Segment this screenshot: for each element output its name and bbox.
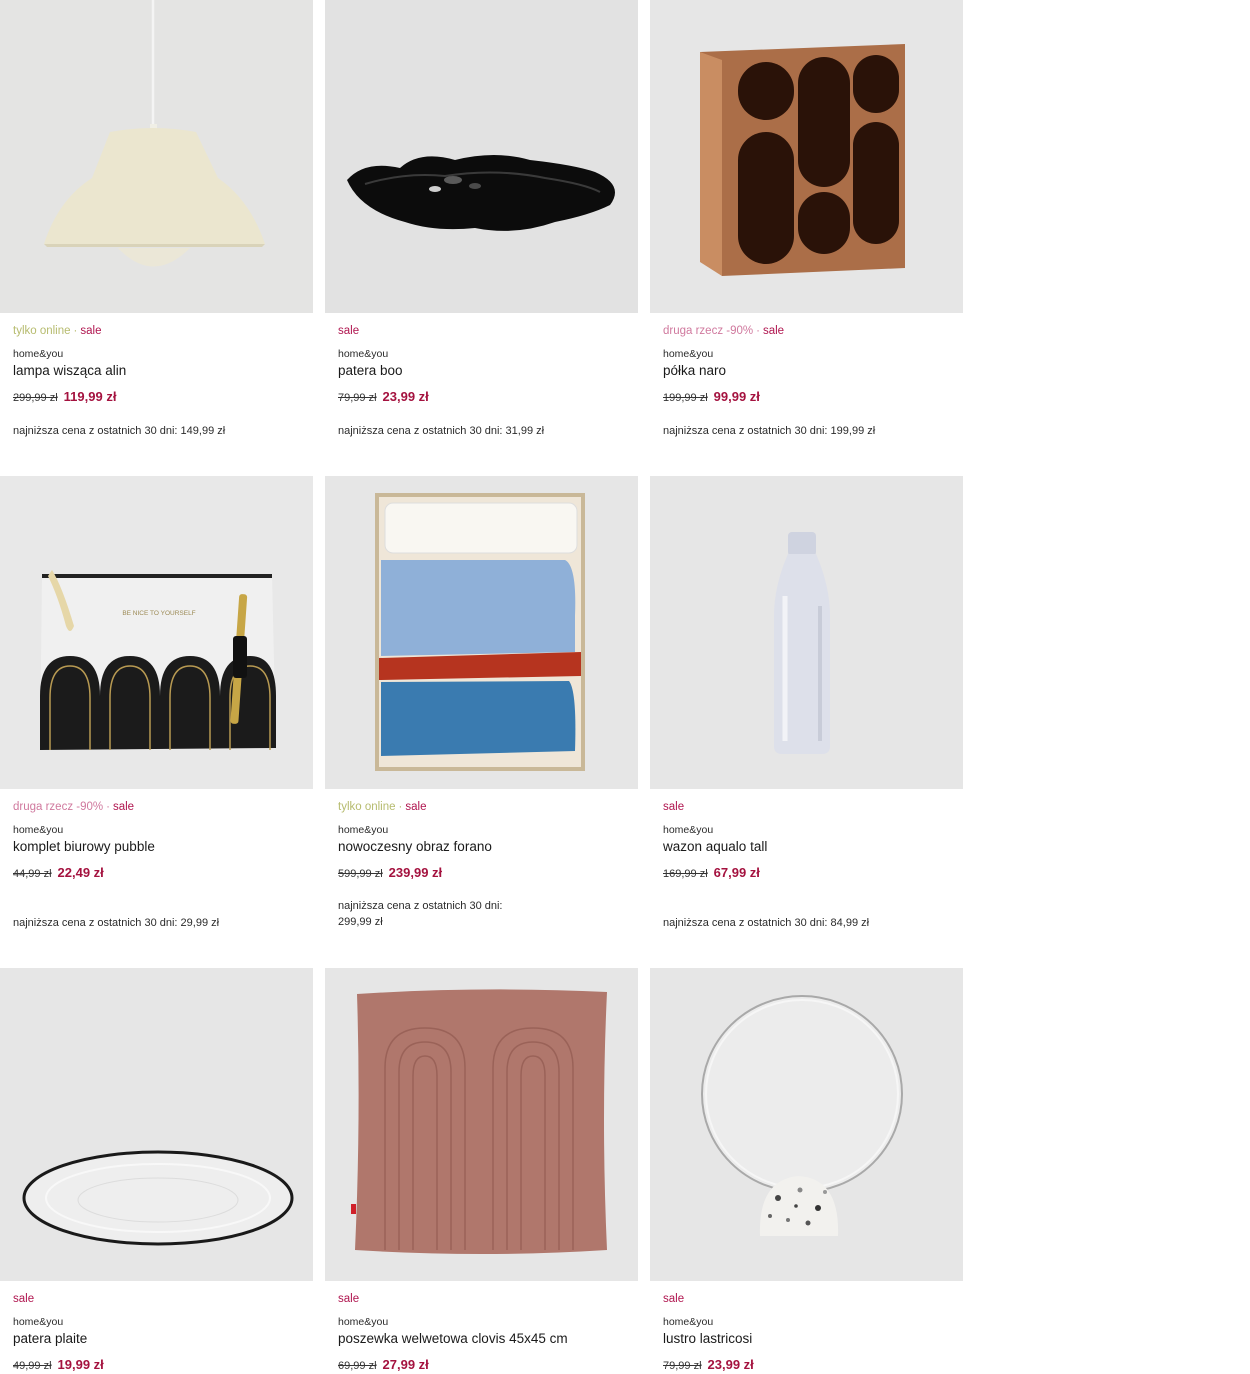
product-prices: 69,99 zł 27,99 zł — [338, 1356, 429, 1374]
badge-sale: sale — [112, 801, 135, 813]
product-prices: 299,99 zł 119,99 zł — [13, 388, 116, 406]
product-image-abstract-painting[interactable] — [325, 476, 638, 789]
product-name[interactable]: patera boo — [338, 363, 403, 378]
product-prices: 44,99 zł 22,49 zł — [13, 864, 104, 882]
product-prices: 599,99 zł 239,99 zł — [338, 864, 442, 882]
old-price: 599,99 zł — [338, 868, 383, 880]
badge-second-item: druga rzecz -90% — [13, 801, 104, 813]
product-brand: home&you — [13, 1316, 64, 1328]
sale-price: 23,99 zł — [382, 389, 429, 404]
lowest-price-note: najniższa cena z ostatnich 30 dni: 84,99… — [663, 917, 870, 929]
badge-sale: sale — [762, 325, 785, 337]
product-brand: home&you — [663, 824, 714, 836]
lowest-price-note: najniższa cena z ostatnich 30 dni: 299,9… — [338, 900, 503, 928]
product-name[interactable]: poszewka welwetowa clovis 45x45 cm — [338, 1331, 568, 1346]
badge-sale: sale — [80, 325, 102, 337]
badge-sale: sale — [13, 1293, 35, 1305]
product-badges: tylko online · sale — [338, 801, 427, 813]
product-brand: home&you — [13, 824, 64, 836]
badge-sale: sale — [338, 325, 360, 337]
product-badges: druga rzecz -90% · sale — [663, 325, 785, 337]
product-brand: home&you — [663, 348, 714, 360]
product-name[interactable]: wazon aqualo tall — [663, 839, 767, 854]
product-name[interactable]: komplet biurowy pubble — [13, 839, 155, 854]
sale-price: 99,99 zł — [713, 389, 760, 404]
product-badges: sale — [338, 325, 359, 337]
badge-sale: sale — [338, 1293, 360, 1305]
sale-price: 67,99 zł — [713, 865, 760, 880]
badge-online-only: tylko online — [338, 801, 396, 813]
product-name[interactable]: lustro lastricosi — [663, 1331, 752, 1346]
product-prices: 49,99 zł 19,99 zł — [13, 1356, 104, 1374]
product-prices: 199,99 zł 99,99 zł — [663, 388, 760, 406]
product-brand: home&you — [338, 1316, 389, 1328]
badge-sale: sale — [663, 801, 685, 813]
old-price: 169,99 zł — [663, 868, 708, 880]
lowest-price-note: najniższa cena z ostatnich 30 dni: 29,99… — [13, 917, 220, 929]
product-image-pendant-lamp[interactable] — [0, 0, 313, 313]
product-image-round-mirror[interactable] — [650, 968, 963, 1281]
product-name[interactable]: półka naro — [663, 363, 726, 378]
lowest-price-note: najniższa cena z ostatnich 30 dni: 31,99… — [338, 425, 545, 437]
product-image-tall-vase[interactable] — [650, 476, 963, 789]
old-price: 299,99 zł — [13, 392, 58, 404]
product-badges: sale — [13, 1293, 34, 1305]
product-image-wooden-shelf[interactable] — [650, 0, 963, 313]
product-badges: sale — [663, 801, 684, 813]
product-brand: home&you — [338, 824, 389, 836]
old-price: 69,99 zł — [338, 1360, 377, 1372]
lowest-price-note: najniższa cena z ostatnich 30 dni: 149,9… — [13, 425, 226, 437]
badge-online-only: tylko online — [13, 325, 71, 337]
product-name[interactable]: nowoczesny obraz forano — [338, 839, 492, 854]
badge-sale: sale — [405, 801, 427, 813]
old-price: 199,99 zł — [663, 392, 708, 404]
old-price: 44,99 zł — [13, 868, 52, 880]
badge-sale: sale — [663, 1293, 685, 1305]
pouch-print-text: BE NICE TO YOURSELF — [122, 610, 195, 617]
product-badges: sale — [338, 1293, 359, 1305]
product-image-black-tray[interactable] — [325, 0, 638, 313]
old-price: 79,99 zł — [663, 1360, 702, 1372]
product-prices: 79,99 zł 23,99 zł — [338, 388, 429, 406]
sale-price: 22,49 zł — [57, 865, 104, 880]
product-name[interactable]: lampa wisząca alin — [13, 363, 126, 378]
sale-price: 239,99 zł — [388, 865, 443, 880]
product-brand: home&you — [13, 348, 64, 360]
sale-price: 119,99 zł — [63, 389, 117, 404]
product-badges: tylko online · sale — [13, 325, 102, 337]
old-price: 49,99 zł — [13, 1360, 52, 1372]
product-image-glass-plate[interactable] — [0, 968, 313, 1281]
product-prices: 169,99 zł 67,99 zł — [663, 864, 760, 882]
product-badges: druga rzecz -90% · sale — [13, 801, 135, 813]
product-name[interactable]: patera plaite — [13, 1331, 87, 1346]
product-prices: 79,99 zł 23,99 zł — [663, 1356, 754, 1374]
badge-second-item: druga rzecz -90% — [663, 325, 754, 337]
product-image-velvet-pillow[interactable] — [325, 968, 638, 1281]
product-brand: home&you — [663, 1316, 714, 1328]
product-badges: sale — [663, 1293, 684, 1305]
product-image-office-pouch[interactable]: BE NICE TO YOURSELF — [0, 476, 313, 789]
lowest-price-note: najniższa cena z ostatnich 30 dni: 199,9… — [663, 425, 876, 437]
product-brand: home&you — [338, 348, 389, 360]
old-price: 79,99 zł — [338, 392, 377, 404]
